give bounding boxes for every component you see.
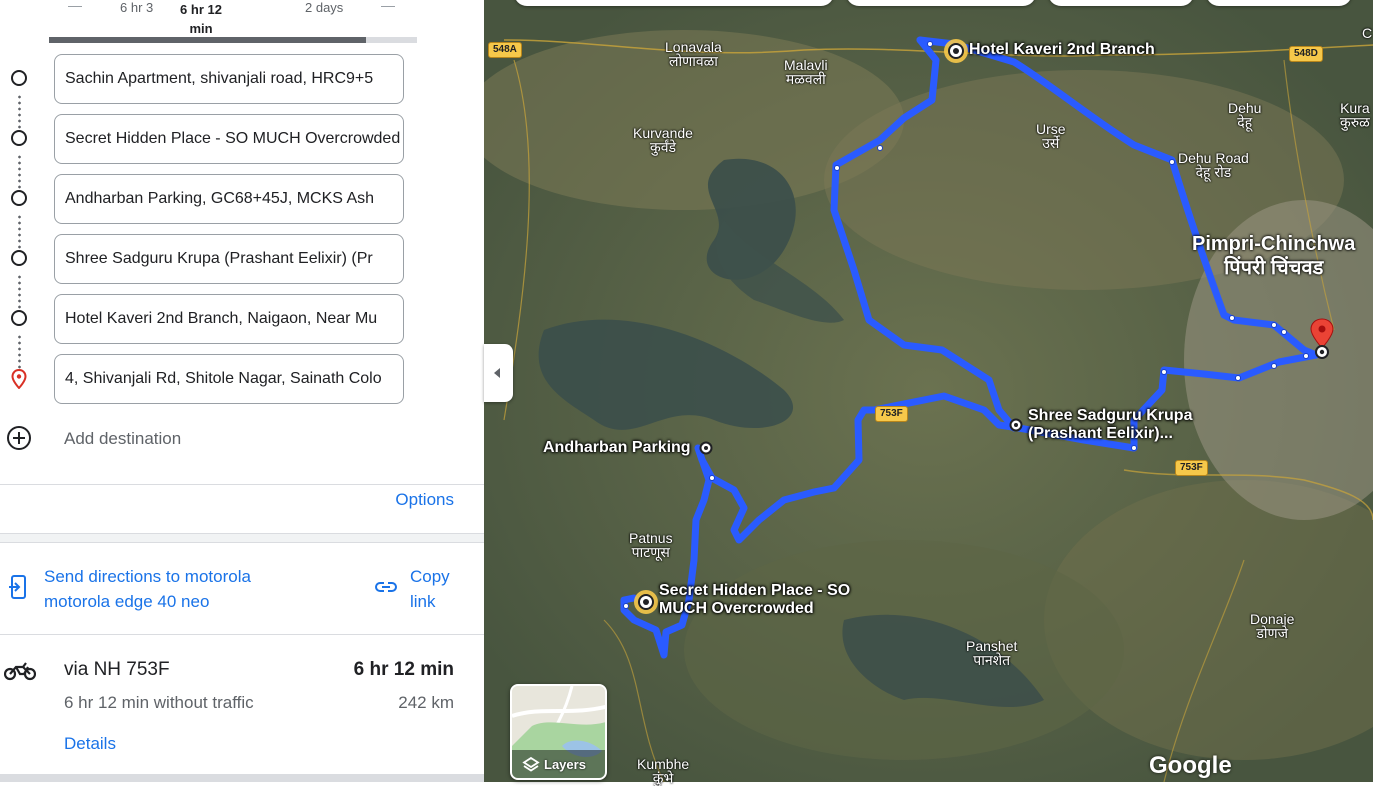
copy-line1: Copy <box>410 567 450 586</box>
red-pin-icon[interactable] <box>1309 318 1335 362</box>
destination-input[interactable]: 4, Shivanjali Rd, Shitole Nagar, Sainath… <box>54 354 404 404</box>
route-time: 6 hr 12 min <box>353 659 454 680</box>
stop-input[interactable]: Sachin Apartment, shivanjali road, HRC9+… <box>54 54 404 104</box>
secret-line2: MUCH Overcrowded <box>659 600 814 617</box>
details-link[interactable]: Details <box>64 734 116 754</box>
timeline-tick <box>68 6 82 7</box>
add-destination-label: Add destination <box>64 429 182 448</box>
stop-marker-icon[interactable] <box>698 440 714 456</box>
route-via[interactable]: via NH 753F <box>64 659 170 681</box>
add-destination-row[interactable]: Add destination <box>0 424 484 454</box>
place-label: Dehu देहू <box>1228 100 1262 130</box>
place-label: Urse उर्से <box>1036 121 1066 151</box>
stop-label-andharban[interactable]: Andharban Parking <box>543 439 691 457</box>
timeline-right-label: 2 days <box>305 0 344 15</box>
layers-label: Layers <box>544 757 586 772</box>
highway-shield: 753F <box>1175 460 1208 476</box>
highway-shield: 548D <box>1289 46 1323 62</box>
place-label: Kurvande कुर्वंडे <box>633 125 693 155</box>
copy-link-button[interactable]: Copy link <box>410 564 450 614</box>
send-line1: Send directions to motorola <box>44 567 251 586</box>
stop-marker-icon[interactable] <box>942 37 970 65</box>
section-separator <box>0 774 484 782</box>
timeline-bar[interactable] <box>49 37 417 43</box>
directions-panel: 6 hr 3 6 hr 12 min 2 days Sachin Apartme… <box>0 0 484 782</box>
place-label: Patnus पाटणूस <box>629 530 673 560</box>
timeline-fill <box>49 37 366 43</box>
timeline-active-line1: 6 hr 12 <box>180 2 222 17</box>
secret-line1: Secret Hidden Place - SO <box>659 582 851 599</box>
section-separator <box>0 533 484 543</box>
timeline-tick <box>381 6 395 7</box>
place-label: Kumbhe कुंभे <box>637 756 690 786</box>
route-subtitle: 6 hr 12 min without traffic <box>64 693 254 712</box>
stop-marker-icon[interactable] <box>1008 417 1024 433</box>
circle-icon <box>11 190 27 206</box>
place-label: Malavli मळवली <box>784 57 828 87</box>
divider <box>0 634 484 635</box>
divider <box>0 484 484 485</box>
stop-row: Andharban Parking, GC68+45J, MCKS Ash <box>0 174 484 250</box>
stop-input[interactable]: Secret Hidden Place - SO MUCH Overcrowde… <box>54 114 404 164</box>
highway-shield: 753F <box>875 406 908 422</box>
stop-row: Secret Hidden Place - SO MUCH Overcrowde… <box>0 114 484 190</box>
send-line2: motorola edge 40 neo <box>44 592 210 611</box>
copy-line2: link <box>410 592 436 611</box>
place-label: Panshet पानशेत <box>966 638 1018 668</box>
map-chip[interactable] <box>846 0 1036 6</box>
add-circle-icon <box>7 426 31 450</box>
stop-row: Hotel Kaveri 2nd Branch, Naigaon, Near M… <box>0 294 484 370</box>
circle-icon <box>11 310 27 326</box>
stop-row: Shree Sadguru Krupa (Prashant Eelixir) (… <box>0 234 484 310</box>
place-label: Kura कुरुळ <box>1340 100 1370 130</box>
stop-row: Sachin Apartment, shivanjali road, HRC9+… <box>0 54 484 130</box>
stop-label-hotel-kaveri[interactable]: Hotel Kaveri 2nd Branch <box>969 41 1155 59</box>
timeline-active-line2: min <box>189 21 213 36</box>
options-link[interactable]: Options <box>395 490 454 510</box>
send-directions-link[interactable]: Send directions to motorola motorola edg… <box>44 564 251 614</box>
stop-label-sadguru[interactable]: Shree Sadguru Krupa (Prashant Eelixir)..… <box>1028 407 1192 443</box>
red-pin-icon <box>11 369 27 389</box>
circle-icon <box>11 250 27 266</box>
city-label: Pimpri-Chinchwa पिंपरी चिंचवड <box>1192 233 1356 279</box>
layers-icon <box>522 756 540 772</box>
stop-marker-icon[interactable] <box>632 588 660 616</box>
stop-input[interactable]: Hotel Kaveri 2nd Branch, Naigaon, Near M… <box>54 294 404 344</box>
stop-input[interactable]: Andharban Parking, GC68+45J, MCKS Ash <box>54 174 404 224</box>
timeline-active-label[interactable]: 6 hr 12 min <box>178 0 224 38</box>
stop-input[interactable]: Shree Sadguru Krupa (Prashant Eelixir) (… <box>54 234 404 284</box>
stop-label-secret[interactable]: Secret Hidden Place - SO MUCH Overcrowde… <box>659 582 850 618</box>
collapse-panel-button[interactable] <box>484 344 513 402</box>
place-label: Dehu Road देहू रोड <box>1178 150 1249 180</box>
circle-icon <box>11 70 27 86</box>
motorcycle-icon <box>4 662 36 681</box>
google-logo: Google <box>1149 752 1232 779</box>
send-to-phone-icon[interactable] <box>9 574 29 600</box>
link-icon[interactable] <box>374 578 398 596</box>
highway-shield: 548A <box>488 42 522 58</box>
map-chip[interactable] <box>1206 0 1352 6</box>
sadguru-line2: (Prashant Eelixir)... <box>1028 425 1173 442</box>
map-chip[interactable] <box>514 0 834 6</box>
map-chip[interactable] <box>1048 0 1194 6</box>
timeline-left-label: 6 hr 3 <box>120 0 154 15</box>
place-label: Donaje डोणजे <box>1250 611 1295 641</box>
layers-button[interactable]: Layers <box>510 684 607 780</box>
circle-icon <box>11 130 27 146</box>
corner-letter: C <box>1362 25 1373 41</box>
stop-row: 4, Shivanjali Rd, Shitole Nagar, Sainath… <box>0 354 484 404</box>
place-label: Lonavala लोणावळा <box>665 39 722 69</box>
route-distance: 242 km <box>398 693 454 712</box>
sadguru-line1: Shree Sadguru Krupa <box>1028 407 1193 424</box>
